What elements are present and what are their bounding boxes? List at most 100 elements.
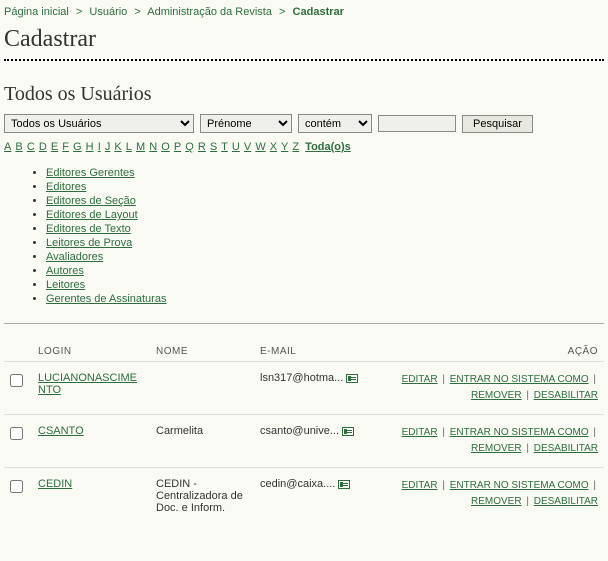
alpha-letter[interactable]: W [255, 141, 265, 153]
role-item: Autores [46, 265, 604, 277]
alpha-letter[interactable]: R [198, 141, 206, 153]
login-link[interactable]: CEDIN [38, 478, 72, 490]
vcard-icon[interactable] [346, 374, 358, 383]
breadcrumb-link[interactable]: Página inicial [4, 6, 69, 18]
role-item: Avaliadores [46, 251, 604, 263]
action-sep: | [440, 427, 448, 438]
field-select[interactable]: Prénome [200, 114, 292, 133]
th-check [4, 342, 32, 362]
email-text: csanto@unive... [260, 425, 339, 437]
role-item: Leitores de Prova [46, 237, 604, 249]
role-link[interactable]: Autores [46, 265, 84, 277]
alpha-all[interactable]: Toda(o)s [305, 141, 351, 153]
action-link[interactable]: EDITAR [402, 427, 438, 438]
vcard-icon[interactable] [338, 480, 350, 489]
role-link[interactable]: Leitores de Prova [46, 237, 132, 249]
search-input[interactable] [378, 115, 456, 132]
role-link[interactable]: Gerentes de Assinaturas [46, 293, 166, 305]
alpha-letter[interactable]: X [270, 141, 277, 153]
row-checkbox[interactable] [10, 427, 23, 440]
alpha-letter[interactable]: B [15, 141, 22, 153]
actions-cell: EDITAR | ENTRAR NO SISTEMA COMO | REMOVE… [372, 415, 604, 468]
action-link[interactable]: DESABILITAR [534, 496, 598, 507]
breadcrumb-link[interactable]: Usuário [89, 6, 127, 18]
alpha-letter[interactable]: F [62, 141, 69, 153]
match-select[interactable]: contém [298, 114, 372, 133]
alpha-letter[interactable]: A [4, 141, 11, 153]
alpha-letter[interactable]: U [232, 141, 240, 153]
role-select[interactable]: Todos os Usuários [4, 114, 194, 133]
action-link[interactable]: DESABILITAR [534, 390, 598, 401]
nome-cell: Carmelita [150, 415, 254, 468]
alpha-letter[interactable]: L [126, 141, 132, 153]
alpha-letter[interactable]: T [221, 141, 228, 153]
action-sep: | [440, 374, 448, 385]
role-link[interactable]: Editores de Layout [46, 209, 138, 221]
role-link[interactable]: Leitores [46, 279, 85, 291]
table-row: CEDIN CEDIN - Centralizadora de Doc. e In… [4, 468, 604, 525]
th-login: LOGIN [32, 342, 150, 362]
alpha-letter[interactable]: O [161, 141, 170, 153]
search-button[interactable]: Pesquisar [462, 115, 533, 133]
breadcrumb: Página inicial > Usuário > Administração… [4, 6, 604, 18]
role-link[interactable]: Editores de Texto [46, 223, 131, 235]
actions-cell: EDITAR | ENTRAR NO SISTEMA COMO | REMOVE… [372, 468, 604, 525]
nome-cell: CEDIN - Centralizadora de Doc. e Inform. [150, 468, 254, 525]
alpha-letter[interactable]: I [98, 141, 101, 153]
action-link[interactable]: REMOVER [471, 443, 522, 454]
action-sep: | [440, 480, 448, 491]
table-row: CSANTO Carmelita csanto@unive... EDITAR | E… [4, 415, 604, 468]
row-checkbox[interactable] [10, 480, 23, 493]
section-title: Todos os Usuários [4, 83, 604, 106]
alpha-letter[interactable]: P [174, 141, 181, 153]
action-sep: | [524, 496, 532, 507]
breadcrumb-link[interactable]: Administração da Revista [147, 6, 272, 18]
action-link[interactable]: EDITAR [402, 480, 438, 491]
email-text: cedin@caixa.... [260, 478, 335, 490]
alpha-letter[interactable]: J [105, 141, 111, 153]
row-checkbox[interactable] [10, 374, 23, 387]
action-sep: | [524, 390, 532, 401]
role-list: Editores Gerentes Editores Editores de Seç… [46, 167, 604, 305]
alpha-letter[interactable]: K [114, 141, 121, 153]
alpha-letter[interactable]: Y [281, 141, 288, 153]
login-link[interactable]: CSANTO [38, 425, 84, 437]
vcard-icon[interactable] [342, 427, 354, 436]
search-form: Todos os Usuários Prénome contém Pesquis… [4, 114, 604, 133]
role-link[interactable]: Editores [46, 181, 86, 193]
alpha-index: A B C D E F G H I J K L M N O P Q R S T … [4, 141, 604, 153]
alpha-letter[interactable]: Q [185, 141, 194, 153]
alpha-letter[interactable]: S [210, 141, 217, 153]
alpha-letter[interactable]: D [39, 141, 47, 153]
action-link[interactable]: REMOVER [471, 390, 522, 401]
alpha-letter[interactable]: E [51, 141, 58, 153]
alpha-letter[interactable]: N [149, 141, 157, 153]
role-item: Gerentes de Assinaturas [46, 293, 604, 305]
alpha-letter[interactable]: H [86, 141, 94, 153]
alpha-letter[interactable]: G [73, 141, 82, 153]
action-link[interactable]: REMOVER [471, 496, 522, 507]
action-link[interactable]: ENTRAR NO SISTEMA COMO [450, 427, 589, 438]
action-link[interactable]: ENTRAR NO SISTEMA COMO [450, 374, 589, 385]
alpha-letter[interactable]: V [244, 141, 251, 153]
separator-thin [4, 323, 604, 324]
role-item: Editores de Seção [46, 195, 604, 207]
role-link[interactable]: Editores de Seção [46, 195, 136, 207]
th-acao: AÇÃO [372, 342, 604, 362]
action-link[interactable]: ENTRAR NO SISTEMA COMO [450, 480, 589, 491]
role-link[interactable]: Editores Gerentes [46, 167, 135, 179]
breadcrumb-sep: > [279, 6, 285, 18]
alpha-letter[interactable]: M [136, 141, 145, 153]
role-item: Leitores [46, 279, 604, 291]
role-item: Editores Gerentes [46, 167, 604, 179]
role-item: Editores de Texto [46, 223, 604, 235]
login-link[interactable]: LUCIANONASCIMENTO [38, 372, 137, 396]
action-sep: | [524, 443, 532, 454]
breadcrumb-sep: > [76, 6, 82, 18]
role-link[interactable]: Avaliadores [46, 251, 103, 263]
action-link[interactable]: EDITAR [402, 374, 438, 385]
role-item: Editores de Layout [46, 209, 604, 221]
alpha-letter[interactable]: C [27, 141, 35, 153]
alpha-letter[interactable]: Z [292, 141, 299, 153]
action-link[interactable]: DESABILITAR [534, 443, 598, 454]
